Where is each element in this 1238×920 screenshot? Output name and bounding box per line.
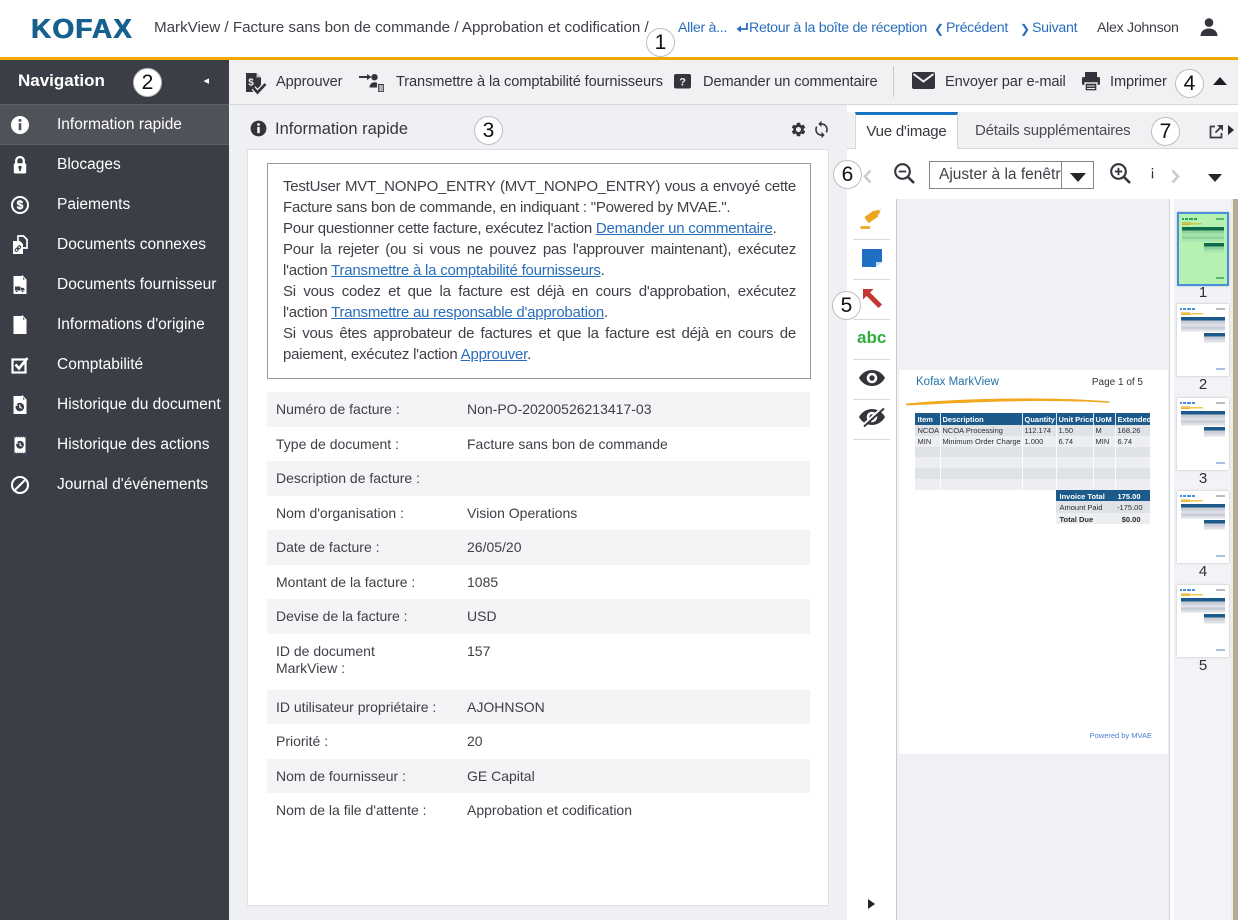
svg-text:?: ? xyxy=(679,77,686,89)
svg-text:$: $ xyxy=(248,78,254,89)
svg-text:$: $ xyxy=(17,198,24,212)
